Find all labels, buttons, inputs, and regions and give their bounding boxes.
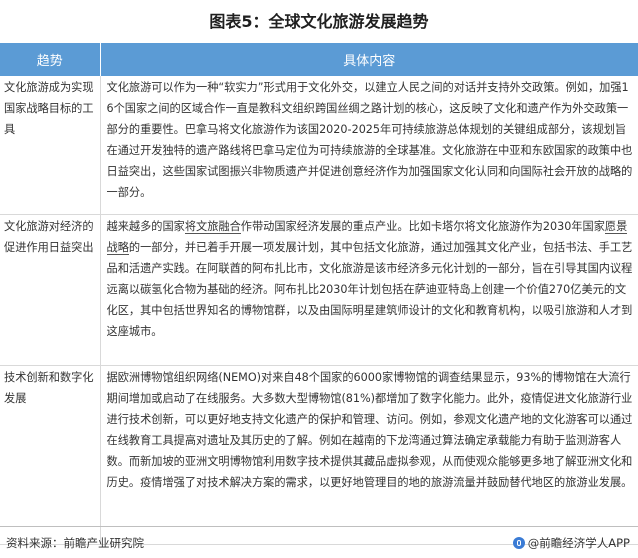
table-header-row: 趋势 具体内容 [0, 43, 638, 76]
trend-cell: 文化旅游对经济的促进作用日益突出 [0, 214, 101, 366]
trend-table: 趋势 具体内容 文化旅游成为实现国家战略目标的工具 文化旅游可以作为一种“软实力… [0, 43, 638, 545]
content-text: 作带动国家经济发展的重点产业。比如卡塔尔将文化旅游作为2030年国家 [240, 220, 605, 233]
content-cell: 越来越多的国家将文旅融合作带动国家经济发展的重点产业。比如卡塔尔将文化旅游作为2… [100, 214, 638, 366]
underlined-text: 将文旅融合 [184, 220, 241, 234]
brand-label: @前瞻经济学人APP [527, 536, 630, 550]
trend-cell: 文化旅游成为实现国家战略目标的工具 [0, 76, 101, 215]
figure-title: 图表5：全球文化旅游发展趋势 [209, 12, 429, 31]
content-cell: 据欧洲博物馆组织网络(NEMO)对来自48个国家的6000家博物馆的调查结果显示… [100, 365, 638, 545]
table-row: 文化旅游成为实现国家战略目标的工具 文化旅游可以作为一种“软实力”形式用于文化外… [0, 76, 638, 215]
source-note: 资料来源：前瞻产业研究院 [6, 536, 144, 550]
header-content: 具体内容 [100, 43, 638, 76]
header-trend: 趋势 [0, 43, 101, 76]
footer: 资料来源：前瞻产业研究院 @前瞻经济学人APP [0, 526, 638, 558]
trend-cell: 技术创新和数字化发展 [0, 365, 101, 545]
content-text: 越来越多的国家 [106, 220, 185, 233]
content-text: 的一部分，并已着手开展一项发展计划，其中包括文化旅游，通过加强其文化产业，包括书… [106, 241, 633, 338]
brand-credit: @前瞻经济学人APP [512, 535, 630, 551]
brand-logo-icon [512, 537, 525, 549]
table-row: 技术创新和数字化发展 据欧洲博物馆组织网络(NEMO)对来自48个国家的6000… [0, 365, 638, 545]
content-cell: 文化旅游可以作为一种“软实力”形式用于文化外交，以建立人民之间的对话并支持外交政… [100, 76, 638, 215]
table-row: 文化旅游对经济的促进作用日益突出 越来越多的国家将文旅融合作带动国家经济发展的重… [0, 214, 638, 366]
